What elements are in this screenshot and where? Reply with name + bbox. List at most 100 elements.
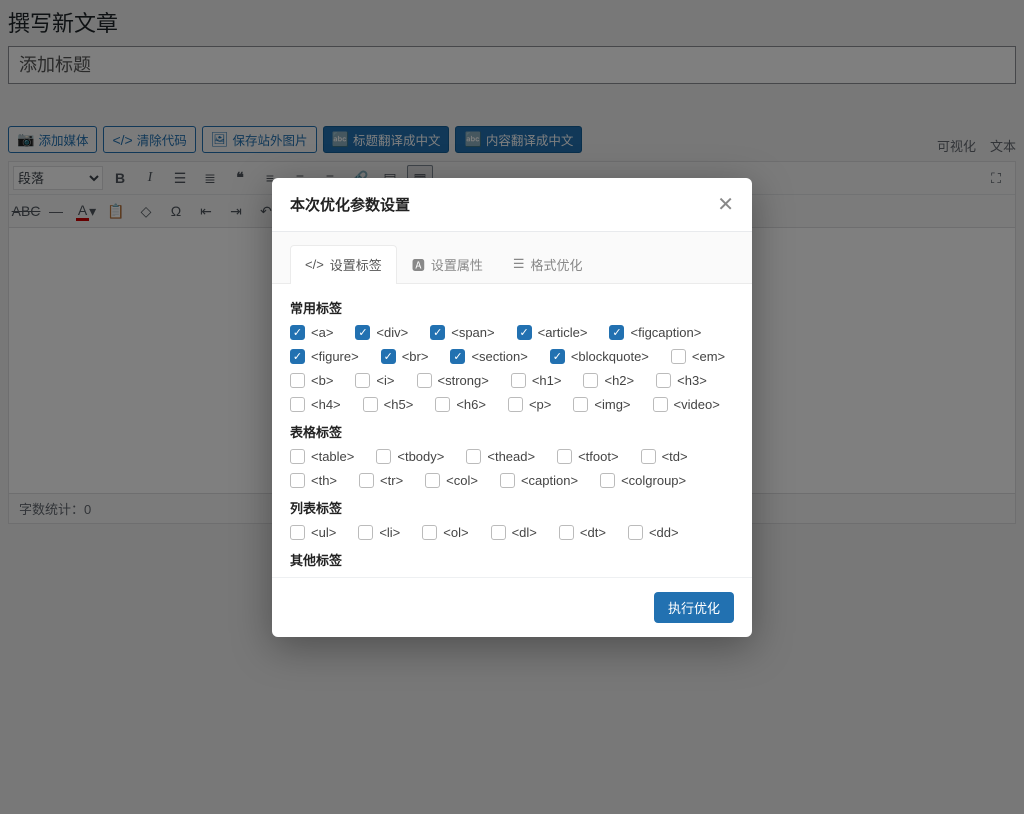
execute-button[interactable]: 执行优化	[654, 592, 734, 623]
checkbox[interactable]: ✓	[550, 349, 565, 364]
modal-tab-tags[interactable]: </>设置标签	[290, 245, 397, 284]
checkbox-item[interactable]: <h6>	[435, 397, 486, 412]
checkbox-item[interactable]: <tr>	[359, 473, 403, 488]
checkbox-item[interactable]: ✓ <article>	[517, 325, 588, 340]
checkbox-label: <dd>	[649, 525, 679, 540]
checkbox[interactable]	[508, 397, 523, 412]
close-button[interactable]: ✕	[717, 192, 734, 217]
checkbox-item[interactable]: <dl>	[491, 525, 537, 540]
checkbox[interactable]: ✓	[290, 349, 305, 364]
checkbox-item[interactable]: <p>	[508, 397, 551, 412]
checkbox-item[interactable]: <h3>	[656, 373, 707, 388]
checkbox-item[interactable]: <table>	[290, 449, 354, 464]
checkbox-label: <tbody>	[397, 449, 444, 464]
checkbox-item[interactable]: <tbody>	[376, 449, 444, 464]
checkbox[interactable]	[511, 373, 526, 388]
checkbox-item[interactable]: <h1>	[511, 373, 562, 388]
checkbox-item[interactable]: ✓<div>	[355, 325, 408, 340]
checkbox-item[interactable]: <col>	[425, 473, 478, 488]
checkbox-item[interactable]: ✓ <br>	[381, 349, 429, 364]
checkbox-label: <h3>	[677, 373, 707, 388]
checkbox-item[interactable]: <th>	[290, 473, 337, 488]
checkbox[interactable]	[358, 525, 373, 540]
format-icon: ☰	[513, 256, 525, 272]
checkbox[interactable]	[290, 525, 305, 540]
checkbox[interactable]	[422, 525, 437, 540]
checkbox-item[interactable]: <caption>	[500, 473, 578, 488]
checkbox-label: <br>	[402, 349, 429, 364]
checkbox-label: <article>	[538, 325, 588, 340]
checkbox[interactable]: ✓	[450, 349, 465, 364]
checkbox[interactable]: ✓	[290, 325, 305, 340]
checkbox-item[interactable]: ✓ <figcaption>	[609, 325, 701, 340]
optimize-modal: 本次优化参数设置 ✕ </>设置标签 🅰设置属性 ☰格式优化 常用标签 ✓<a>…	[272, 178, 752, 637]
checkbox-label: <th>	[311, 473, 337, 488]
checkbox-item[interactable]: <ol>	[422, 525, 468, 540]
checkbox[interactable]: ✓	[430, 325, 445, 340]
checkbox-label: <figcaption>	[630, 325, 701, 340]
checkbox-item[interactable]: ✓<span>	[430, 325, 494, 340]
checkbox-item[interactable]: <h5>	[363, 397, 414, 412]
checkbox-item[interactable]: <img>	[573, 397, 630, 412]
modal-tab-attrs[interactable]: 🅰设置属性	[397, 245, 498, 283]
checkbox[interactable]	[583, 373, 598, 388]
checkbox[interactable]	[559, 525, 574, 540]
checkbox-item[interactable]: <dt>	[559, 525, 606, 540]
checkbox[interactable]	[425, 473, 440, 488]
checkbox[interactable]: ✓	[381, 349, 396, 364]
checkbox-label: <td>	[662, 449, 688, 464]
checkbox[interactable]	[359, 473, 374, 488]
checkbox-item[interactable]: <thead>	[466, 449, 535, 464]
checkbox[interactable]	[656, 373, 671, 388]
checkbox[interactable]	[628, 525, 643, 540]
checkbox-label: <tfoot>	[578, 449, 618, 464]
checkbox-label: <h4>	[311, 397, 341, 412]
modal-title: 本次优化参数设置	[290, 194, 410, 215]
checkbox-item[interactable]: <h4>	[290, 397, 341, 412]
checkbox[interactable]	[491, 525, 506, 540]
checkbox[interactable]: ✓	[355, 325, 370, 340]
checkbox-item[interactable]: <li>	[358, 525, 400, 540]
checkbox-label: <section>	[471, 349, 527, 364]
checkbox[interactable]	[376, 449, 391, 464]
checkbox-item[interactable]: <ul>	[290, 525, 336, 540]
checkbox-item[interactable]: ✓ <figure>	[290, 349, 359, 364]
checkbox-item[interactable]: <b>	[290, 373, 333, 388]
checkbox[interactable]	[290, 473, 305, 488]
checkbox-item[interactable]: ✓<blockquote>	[550, 349, 649, 364]
checkbox-item[interactable]: ✓ <section>	[450, 349, 527, 364]
checkbox-item[interactable]: <tfoot>	[557, 449, 618, 464]
checkbox-item[interactable]: <td>	[641, 449, 688, 464]
checkbox[interactable]	[363, 397, 378, 412]
checkbox[interactable]: ✓	[609, 325, 624, 340]
checkbox[interactable]	[466, 449, 481, 464]
checkbox-item[interactable]: ✓ <a>	[290, 325, 333, 340]
checkbox-item[interactable]: <colgroup>	[600, 473, 686, 488]
checkbox-label: <col>	[446, 473, 478, 488]
checkbox-item[interactable]: <dd>	[628, 525, 679, 540]
checkbox-item[interactable]: <h2>	[583, 373, 634, 388]
checkbox-item[interactable]: <i>	[355, 373, 394, 388]
checkbox[interactable]	[417, 373, 432, 388]
checkbox[interactable]: ✓	[517, 325, 532, 340]
checkbox[interactable]	[573, 397, 588, 412]
checkbox[interactable]	[600, 473, 615, 488]
checkbox[interactable]	[435, 397, 450, 412]
checkbox-label: <figure>	[311, 349, 359, 364]
checkbox[interactable]	[500, 473, 515, 488]
checkbox[interactable]	[290, 449, 305, 464]
modal-tab-format[interactable]: ☰格式优化	[498, 245, 598, 283]
checkbox[interactable]	[290, 397, 305, 412]
checkbox-item[interactable]: <strong>	[417, 373, 489, 388]
checkbox-label: <h6>	[456, 397, 486, 412]
checkbox-label: <a>	[311, 325, 333, 340]
checkbox[interactable]	[641, 449, 656, 464]
checkbox[interactable]	[355, 373, 370, 388]
checkbox[interactable]	[671, 349, 686, 364]
checkbox[interactable]	[290, 373, 305, 388]
checkbox-item[interactable]: <video>	[653, 397, 720, 412]
checkbox[interactable]	[557, 449, 572, 464]
checkbox-label: <tr>	[380, 473, 403, 488]
checkbox[interactable]	[653, 397, 668, 412]
checkbox-item[interactable]: <em>	[671, 349, 725, 364]
